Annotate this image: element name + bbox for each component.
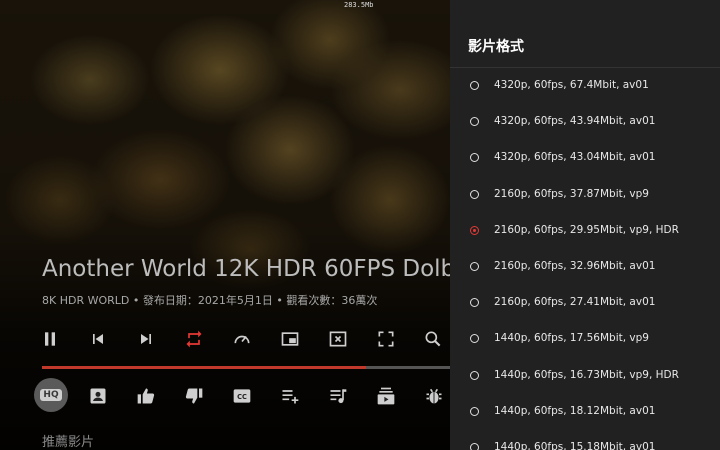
format-option-label: 1440p, 60fps, 15.18Mbit, av01	[494, 440, 656, 450]
format-option[interactable]: 2160p, 60fps, 29.95Mbit, vp9, HDR	[450, 213, 720, 249]
pause-button[interactable]	[38, 327, 62, 351]
format-option[interactable]: 1440p, 60fps, 17.56Mbit, vp9	[450, 321, 720, 357]
radio-icon[interactable]	[470, 442, 479, 450]
format-option[interactable]: 2160p, 60fps, 32.96Mbit, av01	[450, 249, 720, 285]
radio-icon[interactable]	[470, 153, 479, 163]
format-option-label: 2160p, 60fps, 37.87Mbit, vp9	[494, 187, 649, 200]
radio-icon[interactable]	[470, 406, 479, 416]
add-to-playlist-button[interactable]	[277, 383, 303, 409]
pip-button[interactable]	[278, 327, 302, 351]
panel-header	[450, 0, 720, 68]
radio-icon[interactable]	[470, 261, 479, 271]
repeat-button[interactable]	[182, 327, 206, 351]
quality-button[interactable]: HQ	[34, 378, 68, 412]
fullscreen-icon	[378, 331, 394, 347]
speed-icon	[234, 335, 250, 344]
previous-button[interactable]	[86, 327, 110, 351]
bug-report-icon	[426, 388, 442, 404]
recommended-heading: 推薦影片	[42, 435, 95, 450]
subscriptions-button[interactable]	[373, 383, 399, 409]
captions-button[interactable]: CC	[229, 383, 255, 409]
search-button[interactable]	[421, 327, 445, 351]
memory-readout: 283.5Mb	[344, 1, 374, 9]
seek-bar-progress	[42, 366, 366, 369]
bug-report-button[interactable]	[421, 383, 447, 409]
radio-icon[interactable]	[470, 81, 479, 90]
format-option-label: 4320p, 60fps, 67.4Mbit, av01	[494, 79, 649, 91]
radio-selected-icon[interactable]	[470, 225, 479, 235]
speed-button[interactable]	[230, 327, 254, 351]
format-option-label: 1440p, 60fps, 18.12Mbit, av01	[494, 404, 656, 417]
subscriptions-icon	[377, 387, 395, 405]
format-option[interactable]: 4320p, 60fps, 67.4Mbit, av01	[450, 68, 720, 104]
video-title: Another World 12K HDR 60FPS Dolby Vision	[42, 256, 452, 282]
format-option-label: 2160p, 60fps, 32.96Mbit, av01	[494, 259, 656, 272]
format-option-label: 1440p, 60fps, 16.73Mbit, vp9, HDR	[494, 368, 679, 381]
skip-next-icon	[141, 334, 151, 344]
captions-icon: CC	[233, 389, 251, 403]
add-to-playlist-icon	[282, 390, 299, 404]
radio-icon[interactable]	[470, 334, 479, 344]
format-option-label: 2160p, 60fps, 29.95Mbit, vp9, HDR	[494, 223, 679, 236]
format-option-label: 2160p, 60fps, 27.41Mbit, av01	[494, 296, 656, 309]
next-button[interactable]	[134, 327, 158, 351]
hq-icon: HQ	[40, 389, 62, 401]
seek-bar[interactable]	[42, 366, 452, 369]
picture-in-picture-icon	[281, 332, 299, 346]
format-option[interactable]: 1440p, 60fps, 18.12Mbit, av01	[450, 394, 720, 430]
format-option-label: 4320p, 60fps, 43.04Mbit, av01	[494, 151, 656, 164]
video-meta: 8K HDR WORLD • 發布日期：2021年5月1日 • 觀看次數：36萬…	[42, 294, 378, 307]
radio-icon[interactable]	[470, 189, 479, 199]
format-option[interactable]: 4320p, 60fps, 43.04Mbit, av01	[450, 140, 720, 176]
video-format-panel: 影片格式 4320p, 60fps, 67.4Mbit, av01 4320p, …	[450, 0, 720, 450]
dislike-icon	[185, 388, 203, 404]
channel-button[interactable]	[85, 383, 111, 409]
format-option-label: 4320p, 60fps, 43.94Mbit, av01	[494, 115, 656, 128]
repeat-icon	[186, 330, 202, 348]
player-screen: 283.5Mb Another World 12K HDR 60FPS Dolb…	[0, 0, 720, 450]
radio-icon[interactable]	[470, 298, 479, 308]
format-option[interactable]: 2160p, 60fps, 37.87Mbit, vp9	[450, 177, 720, 213]
format-option[interactable]: 1440p, 60fps, 15.18Mbit, av01	[450, 430, 720, 450]
radio-icon[interactable]	[470, 117, 479, 127]
close-video-icon	[329, 331, 347, 347]
pause-icon	[45, 332, 55, 346]
radio-icon[interactable]	[470, 370, 479, 380]
format-option-label: 1440p, 60fps, 17.56Mbit, vp9	[494, 332, 649, 345]
format-option[interactable]: 4320p, 60fps, 43.94Mbit, av01	[450, 104, 720, 140]
queue-music-icon	[330, 389, 347, 404]
skip-previous-icon	[93, 334, 103, 344]
panel-title: 影片格式	[468, 39, 524, 55]
close-video-button[interactable]	[326, 327, 350, 351]
like-icon	[137, 388, 155, 404]
search-icon	[425, 331, 441, 347]
format-option[interactable]: 2160p, 60fps, 27.41Mbit, av01	[450, 285, 720, 321]
like-button[interactable]	[133, 383, 159, 409]
queue-music-button[interactable]	[325, 383, 351, 409]
channel-icon	[90, 388, 106, 404]
fullscreen-button[interactable]	[374, 327, 398, 351]
format-option[interactable]: 1440p, 60fps, 16.73Mbit, vp9, HDR	[450, 358, 720, 394]
format-list: 4320p, 60fps, 67.4Mbit, av01 4320p, 60fps…	[450, 68, 720, 450]
svg-text:CC: CC	[237, 393, 247, 401]
dislike-button[interactable]	[181, 383, 207, 409]
